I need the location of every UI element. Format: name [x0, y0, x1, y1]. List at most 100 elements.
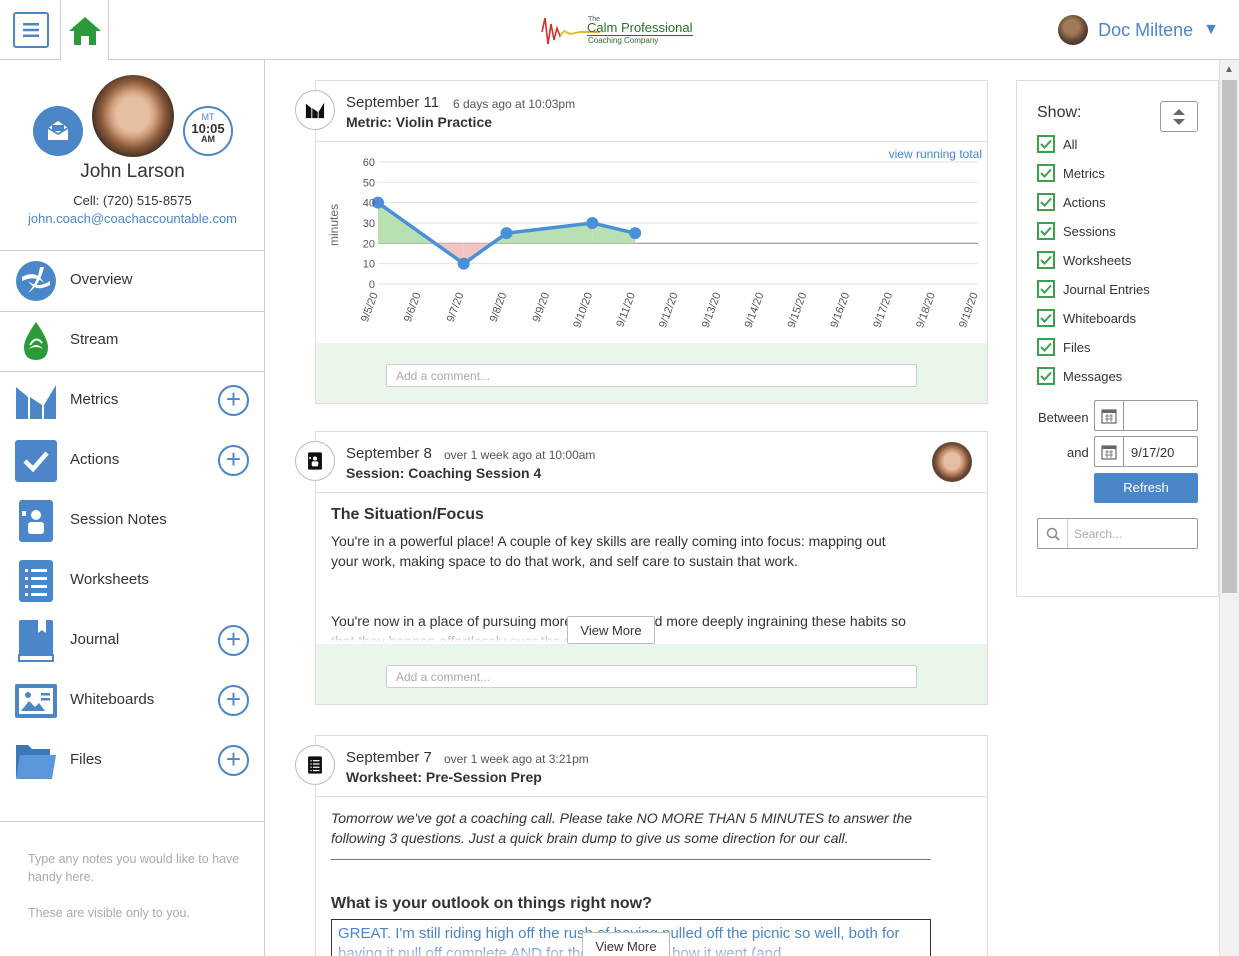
- filter-checkbox-worksheets[interactable]: Worksheets: [1037, 250, 1131, 270]
- chart-x-tick-label: 9/15/20: [786, 291, 810, 330]
- nav-whiteboards[interactable]: Whiteboards +: [0, 671, 265, 731]
- nav-metrics-label: Metrics: [70, 391, 119, 408]
- chart-x-tick-labels: 9/5/20 9/6/20 9/7/20 9/8/20 9/9/20 9/10/20 9/1…: [359, 291, 981, 330]
- scroll-thumb[interactable]: [1222, 80, 1237, 593]
- user-menu[interactable]: Doc Miltene ▼: [1058, 14, 1219, 46]
- coach-avatar: [932, 442, 972, 482]
- checkmark-icon[interactable]: [1037, 222, 1055, 240]
- view-more-button[interactable]: View More: [582, 932, 670, 956]
- chart-x-tick-label: 9/13/20: [700, 291, 724, 330]
- scroll-up-arrow-icon[interactable]: ▲: [1224, 64, 1234, 75]
- nav-metrics[interactable]: Metrics +: [0, 371, 265, 431]
- nav-session-notes[interactable]: Session Notes: [0, 491, 265, 551]
- filter-checkbox-sessions[interactable]: Sessions: [1037, 221, 1116, 241]
- home-tab[interactable]: [60, 0, 109, 61]
- message-button[interactable]: [33, 106, 83, 156]
- notes-placeholder-line1: Type any notes you would like to have ha…: [28, 852, 240, 884]
- filter-checkbox-files[interactable]: Files: [1037, 337, 1090, 357]
- sort-toggle-button[interactable]: [1160, 101, 1198, 132]
- envelope-icon: [47, 121, 69, 140]
- nav-actions[interactable]: Actions +: [0, 431, 265, 491]
- nav-worksheets[interactable]: Worksheets: [0, 551, 265, 611]
- private-notes-area[interactable]: Type any notes you would like to have ha…: [28, 850, 243, 922]
- card-title[interactable]: Metric: Violin Practice: [346, 114, 492, 130]
- nav-files[interactable]: Files +: [0, 731, 265, 791]
- client-email-link[interactable]: john.coach@coachaccountable.com: [0, 211, 265, 226]
- chart-y-tick-label: 60: [363, 157, 375, 169]
- refresh-button[interactable]: Refresh: [1094, 473, 1198, 503]
- chart-x-tick-label: 9/16/20: [828, 291, 852, 330]
- worksheet-rule: [331, 859, 931, 860]
- page-scrollbar[interactable]: ▲: [1219, 60, 1239, 956]
- comment-zone: Add a comment...: [316, 343, 987, 403]
- chart-x-tick-label: 9/7/20: [445, 291, 467, 324]
- filter-checkbox-metrics[interactable]: Metrics: [1037, 163, 1105, 183]
- stream-card-worksheet: September 7 over 1 week ago at 3:21pm Wo…: [315, 735, 988, 956]
- view-more-button[interactable]: View More: [567, 616, 655, 644]
- metrics-icon: [305, 102, 325, 119]
- chart-x-tick-label: 9/8/20: [488, 291, 510, 324]
- chart-data-point: [629, 227, 642, 240]
- and-label: and: [1067, 445, 1089, 460]
- comment-input[interactable]: Add a comment...: [386, 364, 917, 387]
- chart-y-tick-label: 0: [369, 279, 375, 291]
- checkmark-icon[interactable]: [1037, 309, 1055, 327]
- chart-x-tick-label: 9/14/20: [743, 291, 767, 330]
- card-time-ago: 6 days ago at 10:03pm: [453, 97, 576, 111]
- nav-whiteboards-label: Whiteboards: [70, 691, 155, 708]
- nav-overview[interactable]: Overview: [0, 251, 265, 311]
- card-time-ago: over 1 week ago at 10:00am: [444, 448, 596, 462]
- filter-checkbox-actions[interactable]: Actions: [1037, 192, 1106, 212]
- filter-checkbox-all[interactable]: All: [1037, 134, 1077, 154]
- nav-worksheets-label: Worksheets: [70, 571, 149, 588]
- top-bar: The Calm Professional Coaching Company D…: [0, 0, 1239, 61]
- checkmark-icon[interactable]: [1037, 338, 1055, 356]
- date-to-field[interactable]: 9/17/20: [1094, 436, 1198, 467]
- nav-divider: [0, 821, 265, 822]
- caret-down-icon: ▼: [1203, 21, 1219, 38]
- add-whiteboard-button[interactable]: +: [218, 685, 249, 716]
- client-profile: MT 10:05 AM John Larson Cell: (720) 515-…: [0, 60, 265, 251]
- calendar-icon: [1101, 444, 1117, 460]
- checkmark-icon[interactable]: [1037, 193, 1055, 211]
- filter-checkbox-whiteboards[interactable]: Whiteboards: [1037, 308, 1136, 328]
- add-action-button[interactable]: +: [218, 445, 249, 476]
- card-date: September 8: [346, 445, 432, 462]
- comment-input[interactable]: Add a comment...: [386, 665, 917, 688]
- add-file-button[interactable]: +: [218, 745, 249, 776]
- checkmark-icon[interactable]: [1037, 135, 1055, 153]
- nav-journal[interactable]: Journal +: [0, 611, 265, 671]
- date-to-value: 9/17/20: [1131, 445, 1175, 460]
- search-input[interactable]: Search...: [1037, 518, 1198, 549]
- chart-y-tick-labels: 0 10 20 30 40 50 60: [363, 157, 375, 291]
- add-journal-button[interactable]: +: [218, 625, 249, 656]
- card-title[interactable]: Session: Coaching Session 4: [346, 465, 541, 481]
- date-from-field[interactable]: [1094, 400, 1198, 431]
- folder-icon: [16, 745, 56, 779]
- metrics-icon: [16, 385, 56, 419]
- company-logo: The Calm Professional Coaching Company: [540, 14, 700, 50]
- filter-checkbox-label: Sessions: [1063, 223, 1116, 239]
- client-cell: Cell: (720) 515-8575: [73, 193, 192, 208]
- checkmark-icon[interactable]: [1037, 367, 1055, 385]
- chart-y-axis-label: minutes: [327, 204, 341, 246]
- chart-y-tick-label: 40: [363, 198, 375, 210]
- user-name: Doc Miltene: [1098, 19, 1194, 40]
- filter-checkbox-messages[interactable]: Messages: [1037, 366, 1122, 386]
- logo-main-text: Calm Professional: [587, 20, 693, 36]
- checkmark-icon[interactable]: [1037, 164, 1055, 182]
- chart-x-tick-label: 9/12/20: [657, 291, 681, 330]
- session-card-icon: [295, 441, 335, 481]
- filter-checkbox-journal-entries[interactable]: Journal Entries: [1037, 279, 1150, 299]
- worksheets-icon: [19, 560, 53, 602]
- checkmark-icon[interactable]: [1037, 251, 1055, 269]
- session-notes-icon: [19, 500, 53, 542]
- nav-stream[interactable]: Stream: [0, 311, 265, 371]
- chart-y-tick-label: 30: [363, 218, 375, 230]
- add-metric-button[interactable]: +: [218, 385, 249, 416]
- checkmark-icon[interactable]: [1037, 280, 1055, 298]
- card-title[interactable]: Worksheet: Pre-Session Prep: [346, 769, 542, 785]
- menu-button[interactable]: [13, 12, 49, 48]
- session-paragraph-1: You're in a powerful place! A couple of …: [331, 533, 886, 569]
- filter-checkbox-label: Actions: [1063, 194, 1106, 210]
